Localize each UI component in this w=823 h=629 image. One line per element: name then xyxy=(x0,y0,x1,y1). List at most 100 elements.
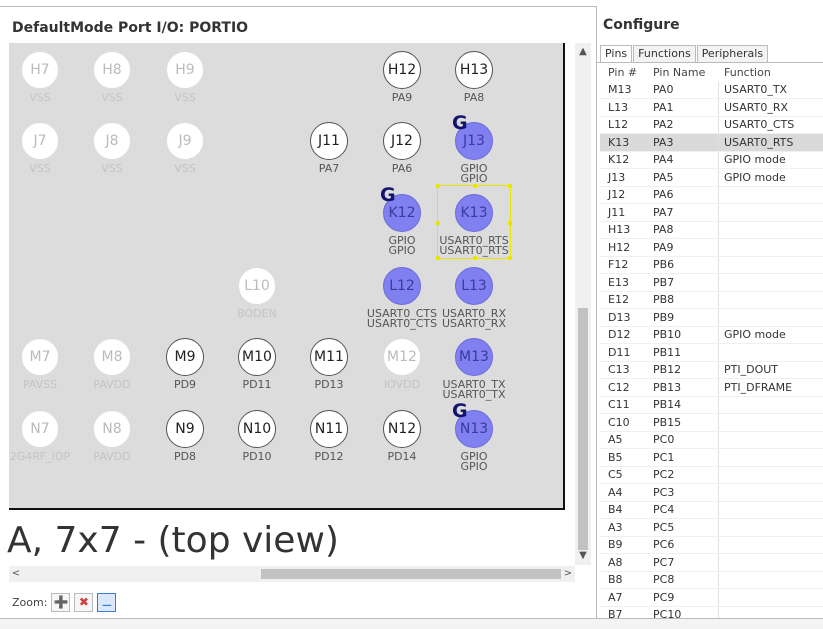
selection-handle[interactable] xyxy=(436,256,440,260)
table-row[interactable]: D11 PB11 xyxy=(600,344,823,362)
cell-function: GPIO mode xyxy=(724,153,786,167)
cell-pin-name: PA4 xyxy=(647,151,719,168)
table-row[interactable]: A5 PC0 xyxy=(600,431,823,449)
pin-j9[interactable]: J9 xyxy=(166,122,204,160)
column-header-pin-number[interactable]: Pin # xyxy=(600,66,647,79)
table-row[interactable]: A3 PC5 xyxy=(600,519,823,537)
cell-pin-name: PB8 xyxy=(647,291,719,308)
table-row[interactable]: C5 PC2 xyxy=(600,466,823,484)
pin-id: J7 xyxy=(33,133,47,149)
selection-handle[interactable] xyxy=(508,184,512,188)
zoom-out-icon[interactable]: ⚊ xyxy=(97,592,117,612)
cell-pin-number: A3 xyxy=(608,520,623,534)
pin-l13[interactable]: L13 xyxy=(455,267,493,305)
horizontal-scroll-thumb[interactable] xyxy=(261,569,561,579)
table-row[interactable]: J12 PA6 xyxy=(600,186,823,204)
table-row[interactable]: B9 PC6 xyxy=(600,536,823,554)
scroll-left-icon[interactable]: < xyxy=(9,566,23,582)
table-row[interactable]: J13 PA5 GPIO mode xyxy=(600,169,823,187)
gpio-marker-icon: G xyxy=(452,400,468,422)
vertical-scrollbar[interactable]: ▲ ▼ xyxy=(575,43,591,565)
pin-m11[interactable]: M11 xyxy=(310,338,348,376)
table-row[interactable]: D13 PB9 xyxy=(600,309,823,327)
scroll-right-icon[interactable]: > xyxy=(561,566,575,582)
table-row[interactable]: B8 PC8 xyxy=(600,571,823,589)
pin-n12[interactable]: N12 xyxy=(383,410,421,448)
vertical-scroll-thumb[interactable] xyxy=(578,308,588,550)
column-header-function[interactable]: Function xyxy=(719,66,823,79)
table-row[interactable]: H13 PA8 xyxy=(600,221,823,239)
pin-m13[interactable]: M13 xyxy=(455,338,493,376)
table-row[interactable]: A4 PC3 xyxy=(600,484,823,502)
table-row[interactable]: K13 PA3 USART0_RTS xyxy=(600,134,823,152)
pin-id: J11 xyxy=(318,133,340,149)
pin-h9[interactable]: H9 xyxy=(166,51,204,89)
column-header-pin-name[interactable]: Pin Name xyxy=(647,64,719,82)
tab-pins[interactable]: Pins xyxy=(600,45,633,62)
table-row[interactable]: A8 PC7 xyxy=(600,554,823,572)
pin-m8[interactable]: M8 xyxy=(93,338,131,376)
table-row[interactable]: K12 PA4 GPIO mode xyxy=(600,151,823,169)
table-row[interactable]: E13 PB7 xyxy=(600,274,823,292)
pin-k12[interactable]: K12 G xyxy=(380,185,421,232)
pin-id: N11 xyxy=(314,421,344,437)
pin-h8[interactable]: H8 xyxy=(93,51,131,89)
pin-id: J9 xyxy=(178,133,192,149)
scroll-down-icon[interactable]: ▼ xyxy=(575,549,591,563)
pin-diagram-canvas[interactable]: H7 VSS H8 VSS H9 VSS H12 PA9 H13 PA8 J7 VSS J8 VSS J9 V… xyxy=(9,43,565,510)
pin-l12[interactable]: L12 xyxy=(383,267,421,305)
pin-j8[interactable]: J8 xyxy=(93,122,131,160)
pin-h12[interactable]: H12 xyxy=(383,51,421,89)
pin-h13[interactable]: H13 xyxy=(455,51,493,89)
pin-n13[interactable]: N13 G xyxy=(452,401,493,448)
table-row[interactable]: H12 PA9 xyxy=(600,239,823,257)
pin-m12[interactable]: M12 xyxy=(383,338,421,376)
table-row[interactable]: C13 PB12 PTI_DOUT xyxy=(600,361,823,379)
table-row[interactable]: D12 PB10 GPIO mode xyxy=(600,326,823,344)
zoom-in-icon[interactable]: ➕ xyxy=(51,592,71,612)
pin-j12[interactable]: J12 xyxy=(383,122,421,160)
pin-j7[interactable]: J7 xyxy=(21,122,59,160)
selection-handle[interactable] xyxy=(473,256,477,260)
table-row[interactable]: L12 PA2 USART0_CTS xyxy=(600,116,823,134)
selection-handle[interactable] xyxy=(436,184,440,188)
table-row[interactable]: E12 PB8 xyxy=(600,291,823,309)
horizontal-scrollbar[interactable]: < > xyxy=(9,566,575,582)
selection-handle[interactable] xyxy=(436,221,440,225)
table-row[interactable]: B5 PC1 xyxy=(600,449,823,467)
selection-handle[interactable] xyxy=(508,221,512,225)
scroll-up-icon[interactable]: ▲ xyxy=(575,45,591,59)
pin-m7[interactable]: M7 xyxy=(21,338,59,376)
cell-pin-name: PC9 xyxy=(647,589,719,606)
cell-pin-name: PC4 xyxy=(647,501,719,518)
table-row[interactable]: A7 PC9 xyxy=(600,589,823,607)
table-row[interactable]: J11 PA7 xyxy=(600,204,823,222)
table-row[interactable]: M13 PA0 USART0_TX xyxy=(600,81,823,99)
zoom-fit-icon[interactable]: ✖ xyxy=(74,592,94,612)
top-divider xyxy=(0,6,596,7)
pin-n8[interactable]: N8 xyxy=(93,410,131,448)
pin-j13[interactable]: J13 G xyxy=(452,113,493,160)
tab-peripherals[interactable]: Peripherals xyxy=(696,45,769,62)
cell-pin-name: PC8 xyxy=(647,571,719,588)
pin-n10[interactable]: N10 xyxy=(238,410,276,448)
pin-m9[interactable]: M9 xyxy=(166,338,204,376)
table-row[interactable]: L13 PA1 USART0_RX xyxy=(600,99,823,117)
table-row[interactable]: C11 PB14 xyxy=(600,396,823,414)
pin-n7[interactable]: N7 xyxy=(21,410,59,448)
pin-j11[interactable]: J11 xyxy=(310,122,348,160)
pin-h7[interactable]: H7 xyxy=(21,51,59,89)
table-row[interactable]: C12 PB13 PTI_DFRAME xyxy=(600,379,823,397)
table-row[interactable]: C10 PB15 xyxy=(600,414,823,432)
pin-l10[interactable]: L10 xyxy=(238,267,276,305)
selection-handle[interactable] xyxy=(473,184,477,188)
pin-m10[interactable]: M10 xyxy=(238,338,276,376)
tab-functions[interactable]: Functions xyxy=(633,45,696,62)
cell-function: PTI_DFRAME xyxy=(724,380,793,394)
pin-n9[interactable]: N9 xyxy=(166,410,204,448)
table-row[interactable]: B4 PC4 xyxy=(600,501,823,519)
selection-handle[interactable] xyxy=(508,256,512,260)
table-row[interactable]: F12 PB6 xyxy=(600,256,823,274)
pin-n11[interactable]: N11 xyxy=(310,410,348,448)
cell-pin-name: PA7 xyxy=(647,204,719,221)
